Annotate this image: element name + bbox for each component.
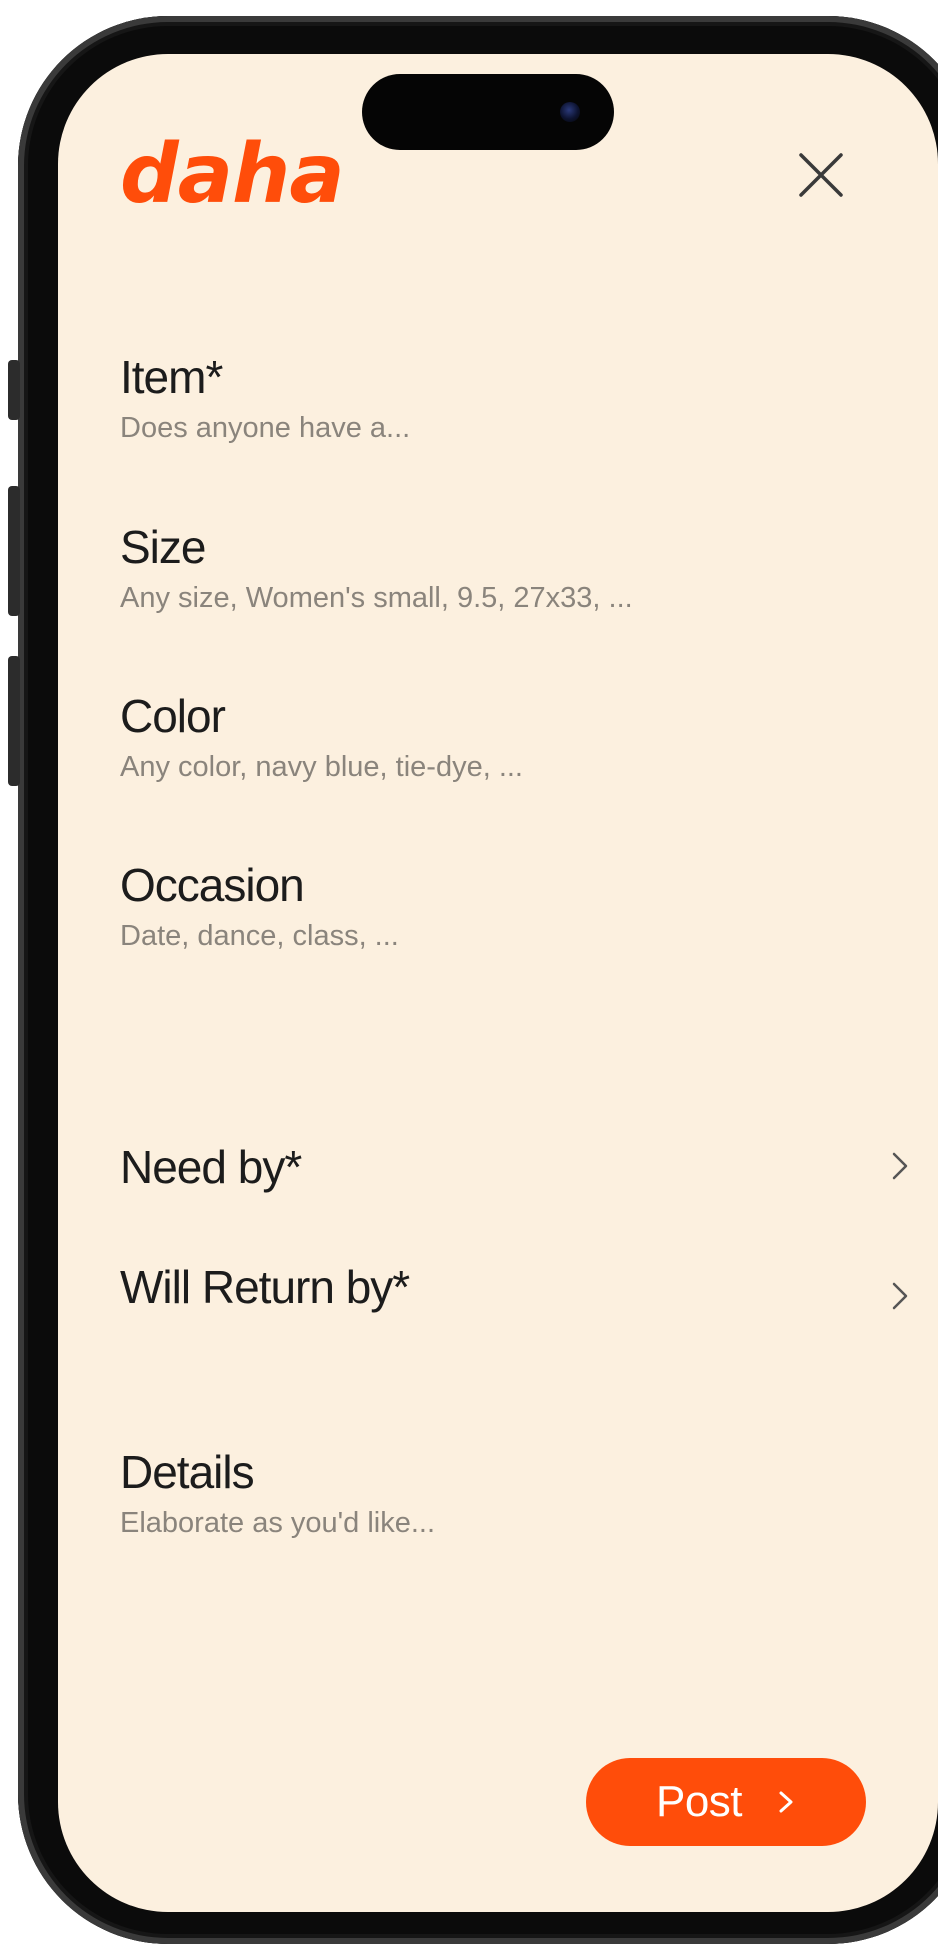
app-screen: daha Item* Does anyone have a... Size An… bbox=[58, 54, 938, 1912]
phone-volume-down-button bbox=[8, 656, 20, 786]
close-button[interactable] bbox=[796, 150, 846, 200]
details-field[interactable]: Details Elaborate as you'd like... bbox=[120, 1449, 435, 1538]
size-field-placeholder: Any size, Women's small, 9.5, 27x33, ... bbox=[120, 582, 633, 614]
camera-icon bbox=[560, 102, 580, 122]
color-field-label: Color bbox=[120, 690, 226, 742]
item-field-label: Item* bbox=[120, 351, 223, 403]
chevron-right-icon bbox=[892, 1282, 908, 1310]
dynamic-island bbox=[362, 74, 614, 150]
item-field-placeholder: Does anyone have a... bbox=[120, 412, 411, 444]
post-button-label: Post bbox=[655, 1777, 743, 1826]
occasion-field-placeholder: Date, dance, class, ... bbox=[120, 920, 399, 952]
color-field[interactable]: Color Any color, navy blue, tie-dye, ... bbox=[120, 693, 523, 782]
need-by-label: Need by* bbox=[120, 1141, 302, 1193]
details-field-label: Details bbox=[120, 1446, 255, 1498]
chevron-right-icon bbox=[779, 1791, 793, 1813]
will-return-by-label: Will Return by* bbox=[120, 1261, 410, 1313]
phone-action-button bbox=[8, 360, 20, 420]
will-return-by-row[interactable]: Will Return by* bbox=[120, 1264, 910, 1324]
post-button[interactable]: Post bbox=[586, 1758, 866, 1846]
color-field-placeholder: Any color, navy blue, tie-dye, ... bbox=[120, 751, 523, 783]
size-field-label: Size bbox=[120, 521, 206, 573]
chevron-right-icon bbox=[892, 1152, 908, 1180]
close-icon bbox=[799, 153, 843, 197]
occasion-field[interactable]: Occasion Date, dance, class, ... bbox=[120, 862, 399, 951]
size-field[interactable]: Size Any size, Women's small, 9.5, 27x33… bbox=[120, 524, 633, 613]
phone-volume-up-button bbox=[8, 486, 20, 616]
details-field-placeholder: Elaborate as you'd like... bbox=[120, 1507, 436, 1539]
app-logo: daha bbox=[120, 127, 345, 222]
occasion-field-label: Occasion bbox=[120, 859, 305, 911]
item-field[interactable]: Item* Does anyone have a... bbox=[120, 354, 410, 443]
need-by-row[interactable]: Need by* bbox=[120, 1144, 910, 1204]
